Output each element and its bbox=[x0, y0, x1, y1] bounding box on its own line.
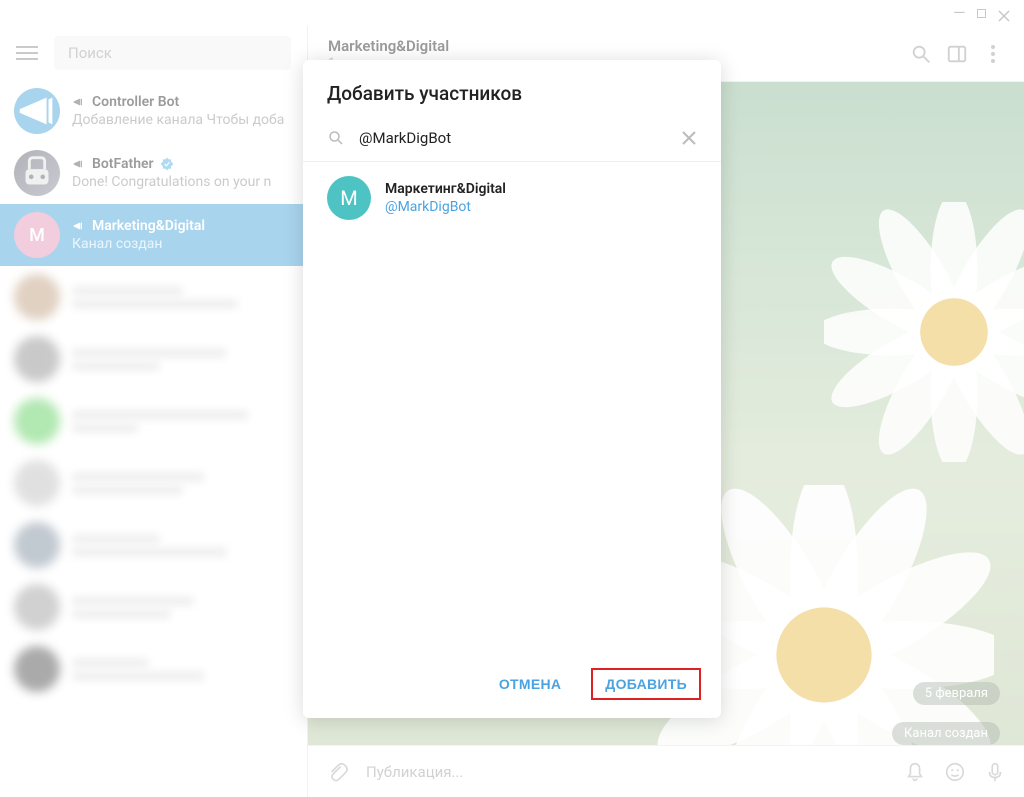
clear-icon[interactable] bbox=[681, 130, 697, 146]
search-result-item[interactable]: М Маркетинг&Digital @MarkDigBot bbox=[303, 162, 721, 234]
avatar: М bbox=[327, 176, 371, 220]
cancel-button[interactable]: ОТМЕНА bbox=[489, 670, 571, 698]
search-icon bbox=[327, 129, 345, 147]
modal-title: Добавить участников bbox=[303, 60, 721, 119]
modal-search-input[interactable]: @MarkDigBot bbox=[359, 129, 667, 147]
add-members-modal: Добавить участников @MarkDigBot М Маркет… bbox=[303, 60, 721, 718]
modal-overlay[interactable]: Добавить участников @MarkDigBot М Маркет… bbox=[0, 0, 1024, 797]
result-name: Маркетинг&Digital bbox=[385, 181, 506, 197]
result-handle: @MarkDigBot bbox=[385, 199, 506, 215]
add-button[interactable]: ДОБАВИТЬ bbox=[591, 668, 701, 700]
